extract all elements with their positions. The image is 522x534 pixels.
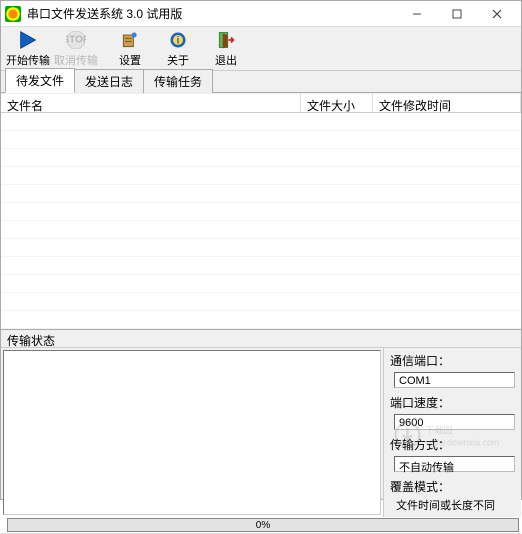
col-filename[interactable]: 文件名 <box>1 93 301 112</box>
tab-pending[interactable]: 待发文件 <box>5 68 75 93</box>
mode-value: 不自动传输 <box>394 456 515 472</box>
play-icon <box>17 29 39 51</box>
close-button[interactable] <box>477 2 517 26</box>
titlebar: 串口文件发送系统 3.0 试用版 <box>1 1 521 27</box>
app-icon <box>5 6 21 22</box>
com-port-label: 通信端口： <box>390 352 515 369</box>
toolbar: 开始传输 STOP 取消传输 设置 i 关于 退出 <box>1 27 521 71</box>
toolbar-separator <box>101 31 105 67</box>
cancel-transfer-button: STOP 取消传输 <box>53 29 99 69</box>
minimize-button[interactable] <box>397 2 437 26</box>
cancel-label: 取消传输 <box>54 52 98 68</box>
baud-value: 9600 <box>394 414 515 430</box>
tab-log[interactable]: 发送日志 <box>74 69 144 93</box>
settings-label: 设置 <box>119 52 141 68</box>
progress-bar: 0% <box>7 518 519 532</box>
col-filemtime[interactable]: 文件修改时间 <box>373 93 521 112</box>
stop-icon: STOP <box>65 30 87 51</box>
progress-row: 0% <box>1 517 521 533</box>
status-row: 通信端口： COM1 端口速度： 9600 传输方式： 不自动传输 覆盖模式： … <box>1 348 521 517</box>
settings-button[interactable]: 设置 <box>107 29 153 69</box>
svg-text:i: i <box>177 35 180 46</box>
tabs: 待发文件 发送日志 传输任务 <box>1 71 521 93</box>
start-transfer-button[interactable]: 开始传输 <box>5 29 51 69</box>
list-background <box>1 113 521 329</box>
door-exit-icon <box>215 30 237 51</box>
bottom-panel: 传输状态 通信端口： COM1 端口速度： 9600 传输方式： 不自动传输 覆… <box>1 329 521 499</box>
col-filesize[interactable]: 文件大小 <box>301 93 373 112</box>
baud-label: 端口速度： <box>390 394 515 411</box>
progress-text: 0% <box>8 519 518 531</box>
status-text-area[interactable] <box>3 350 381 515</box>
app-window: 串口文件发送系统 3.0 试用版 开始传输 STOP 取消传输 <box>0 0 522 500</box>
gear-icon <box>119 30 141 51</box>
overwrite-value: 文件时间或长度不同 <box>390 497 515 513</box>
svg-text:STOP: STOP <box>66 35 86 46</box>
status-header: 传输状态 <box>1 330 521 348</box>
file-list[interactable] <box>1 113 521 329</box>
window-title: 串口文件发送系统 3.0 试用版 <box>27 5 397 22</box>
exit-label: 退出 <box>215 52 237 68</box>
tab-tasks[interactable]: 传输任务 <box>143 69 213 93</box>
about-label: 关于 <box>167 52 189 68</box>
com-port-value: COM1 <box>394 372 515 388</box>
exit-button[interactable]: 退出 <box>203 29 249 69</box>
maximize-button[interactable] <box>437 2 477 26</box>
status-side-panel: 通信端口： COM1 端口速度： 9600 传输方式： 不自动传输 覆盖模式： … <box>383 348 521 517</box>
start-label: 开始传输 <box>6 52 50 68</box>
about-button[interactable]: i 关于 <box>155 29 201 69</box>
mode-label: 传输方式： <box>390 436 515 453</box>
overwrite-label: 覆盖模式： <box>390 478 515 495</box>
list-header: 文件名 文件大小 文件修改时间 <box>1 93 521 113</box>
info-icon: i <box>167 30 189 51</box>
